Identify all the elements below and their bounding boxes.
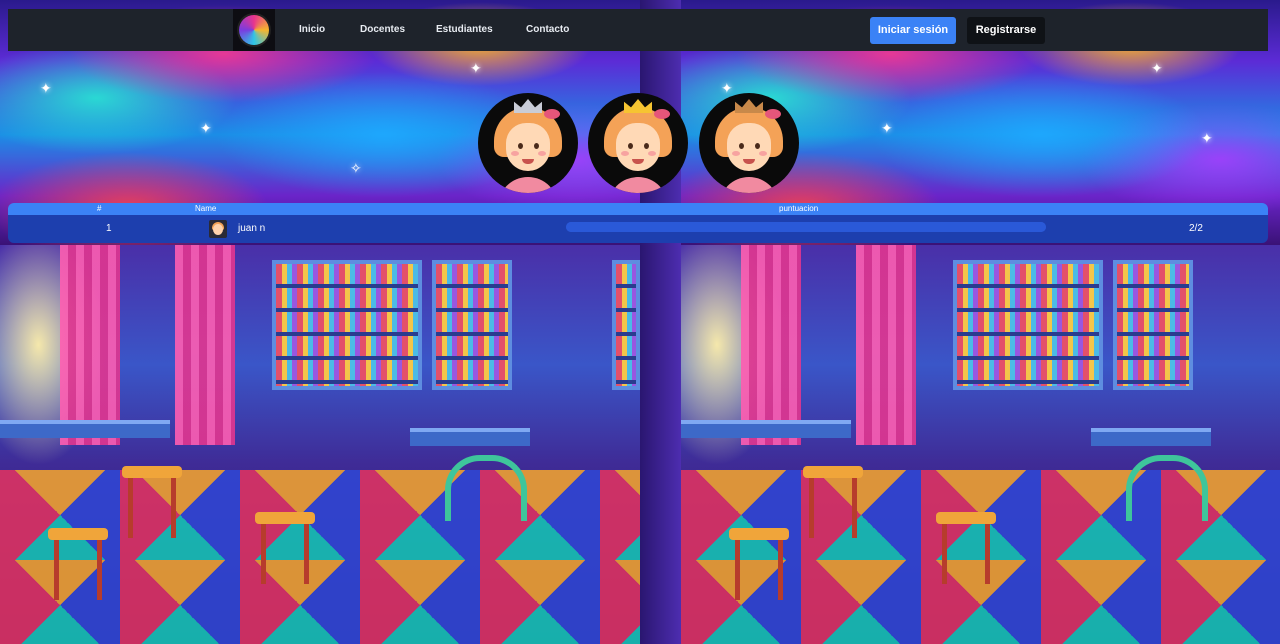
curtain <box>741 245 801 445</box>
sparkle-icon: ✦ <box>40 80 52 96</box>
bow-icon <box>544 109 560 119</box>
stool <box>729 528 789 600</box>
stool <box>122 466 182 538</box>
logo-icon <box>239 15 269 45</box>
navbar: Inicio Docentes Estudiantes Contacto Ini… <box>8 9 1268 51</box>
desk <box>410 428 530 446</box>
chair <box>1126 455 1208 521</box>
crown-icon <box>514 99 542 113</box>
site-logo[interactable] <box>233 9 275 51</box>
nav-link-contacto[interactable]: Contacto <box>526 9 569 51</box>
desk <box>681 420 851 438</box>
desk <box>1091 428 1211 446</box>
row-score: 2/2 <box>1189 223 1203 234</box>
crown-icon <box>735 99 763 113</box>
curtain <box>175 245 235 445</box>
nav-link-inicio[interactable]: Inicio <box>299 9 325 51</box>
column-header-name: Name <box>195 204 217 213</box>
stool <box>255 512 315 584</box>
crown-icon <box>624 99 652 113</box>
sparkle-icon: ✦ <box>470 60 482 76</box>
column-header-rank: # <box>97 204 102 213</box>
avatar-silver-crown <box>478 93 578 193</box>
avatar-bronze-crown <box>699 93 799 193</box>
sparkle-icon: ✦ <box>881 120 893 136</box>
bow-icon <box>765 109 781 119</box>
user-avatar-icon <box>209 220 227 238</box>
row-name: juan n <box>238 223 266 234</box>
bow-icon <box>654 109 670 119</box>
stool <box>48 528 108 600</box>
stool <box>936 512 996 584</box>
avatar-gold-crown <box>588 93 688 193</box>
nav-link-estudiantes[interactable]: Estudiantes <box>436 9 493 51</box>
leaderboard-header: # Name puntuacion <box>8 203 1268 215</box>
nav-link-docentes[interactable]: Docentes <box>360 9 405 51</box>
register-button[interactable]: Registrarse <box>967 17 1045 44</box>
bookshelf <box>432 260 512 390</box>
sparkle-icon: ✦ <box>1151 60 1163 76</box>
bookshelf <box>612 260 640 390</box>
desk <box>0 420 170 438</box>
curtain <box>856 245 916 445</box>
sparkle-icon: ✦ <box>721 80 733 96</box>
curtain <box>60 245 120 445</box>
stool <box>803 466 863 538</box>
score-progress-fill <box>566 222 1046 232</box>
leaderboard-row: 1 juan n 2/2 <box>8 215 1268 243</box>
chair <box>445 455 527 521</box>
bookshelf <box>953 260 1103 390</box>
bookshelf <box>272 260 422 390</box>
row-rank: 1 <box>106 223 112 234</box>
sparkle-icon: ✦ <box>1201 130 1213 146</box>
background-right: ✦ ✦ ✦ ✦ <box>681 0 1280 644</box>
bookshelf <box>1113 260 1193 390</box>
sparkle-icon: ✧ <box>350 160 362 176</box>
score-progress-bar <box>566 222 1046 232</box>
column-header-score: puntuacion <box>779 204 819 213</box>
login-button[interactable]: Iniciar sesión <box>870 17 956 44</box>
sparkle-icon: ✦ <box>200 120 212 136</box>
